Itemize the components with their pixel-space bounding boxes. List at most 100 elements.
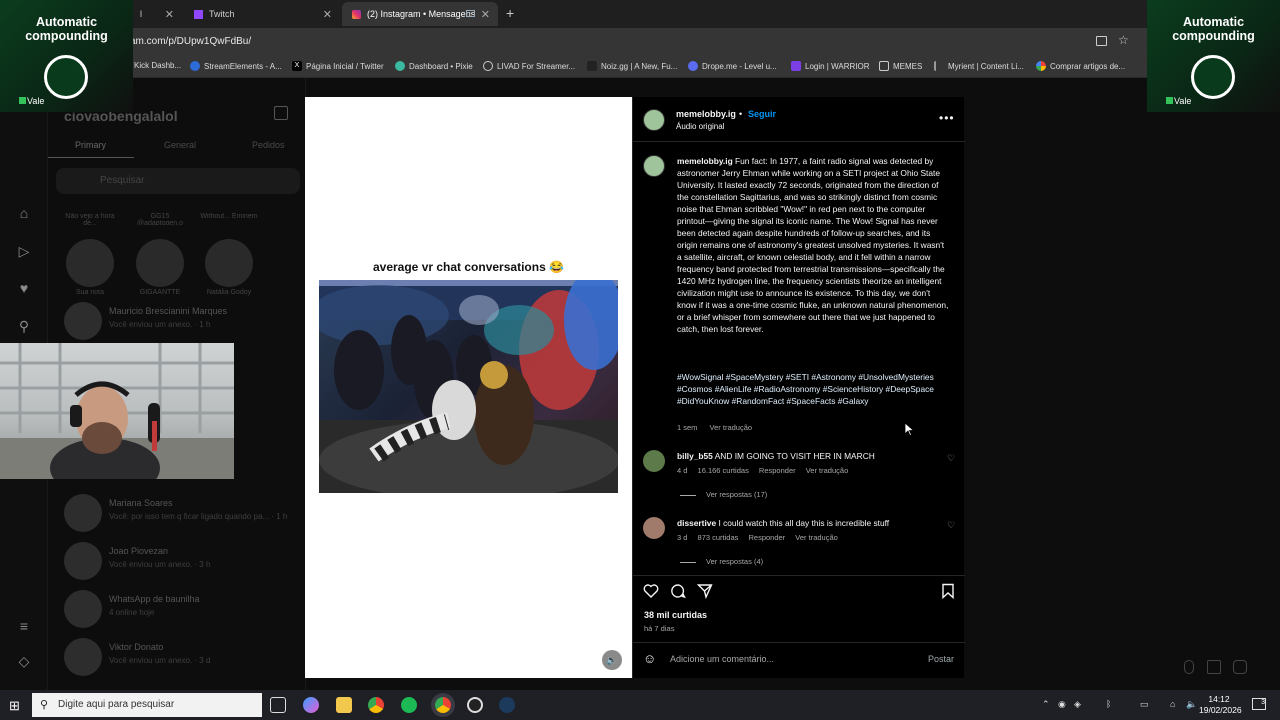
promo-title: Automatic compounding xyxy=(25,15,108,43)
bookmark-noiz[interactable]: Noiz.gg | A New, Fu... xyxy=(587,61,677,71)
author-avatar[interactable] xyxy=(643,109,665,131)
avatar[interactable] xyxy=(643,450,665,472)
notifications-icon[interactable]: ♥ xyxy=(16,280,32,296)
livad-icon xyxy=(483,61,493,71)
notification-center-icon[interactable]: 3 xyxy=(1252,698,1266,710)
bookmark-livad[interactable]: LIVAD For Streamer... xyxy=(483,61,575,71)
menu-icon[interactable]: ≡ xyxy=(16,618,32,634)
steam-tray-icon[interactable]: ◉ xyxy=(1058,699,1066,710)
spotify-icon[interactable] xyxy=(401,697,417,713)
close-icon[interactable]: ✕ xyxy=(165,8,174,21)
comment-username[interactable]: dissertive xyxy=(677,518,716,528)
tab-twitch[interactable]: Twitch ✕ xyxy=(184,2,340,26)
tab-general[interactable]: General xyxy=(164,140,196,150)
windows-start-icon[interactable]: ⊞ xyxy=(9,698,20,714)
steam-icon[interactable] xyxy=(499,697,515,713)
note-text: GG15 @adaptogen.o ficial xyxy=(136,213,184,225)
discord-tray-icon[interactable]: ◈ xyxy=(1074,699,1081,710)
bookmark-streamelements[interactable]: StreamElements - A... xyxy=(190,61,282,71)
more-options-icon[interactable]: ••• xyxy=(939,111,955,125)
bookmark-memes[interactable]: MEMES xyxy=(879,61,922,71)
tab-instagram[interactable]: (2) Instagram • Mensagens ✕ xyxy=(342,2,498,26)
emoji-icon[interactable]: ☺ xyxy=(643,651,656,666)
taskbar-search-input[interactable]: ⚲ Digite aqui para pesquisar xyxy=(32,693,262,717)
bookmark-kick[interactable]: Kick Dashb... xyxy=(134,61,181,70)
share-icon[interactable] xyxy=(697,583,713,599)
task-view-icon[interactable] xyxy=(270,697,286,713)
microphone-icon[interactable] xyxy=(1184,660,1194,674)
comment-icon[interactable] xyxy=(670,583,686,599)
comment-username[interactable]: billy_b55 xyxy=(677,451,713,461)
comment-input[interactable]: Adicione um comentário... xyxy=(670,654,774,664)
chrome-active-icon[interactable] xyxy=(435,697,451,713)
conversation-item[interactable]: WhatsApp de baunilha 4 online hoje xyxy=(48,588,306,632)
see-translation-link[interactable]: Ver tradução xyxy=(795,533,838,542)
reply-link[interactable]: Responder xyxy=(759,466,796,475)
image-icon[interactable] xyxy=(1207,660,1221,674)
note-item[interactable]: Without... Eminem Natália Godoy xyxy=(199,213,259,296)
save-icon[interactable] xyxy=(940,583,956,599)
bookmark-google-shopping[interactable]: Comprar artigos de... xyxy=(1036,61,1125,71)
bluetooth-icon[interactable]: ᛒ xyxy=(1106,699,1111,709)
like-icon[interactable] xyxy=(643,583,659,599)
sticker-icon[interactable] xyxy=(1233,660,1247,674)
bookmark-warrior[interactable]: Login | WARRIOR xyxy=(791,61,869,71)
bookmark-star-icon[interactable]: ☆ xyxy=(1118,33,1129,47)
tab-requests[interactable]: Pedidos xyxy=(252,140,285,150)
conversation-item[interactable]: Viktor Donato Você enviou um anexo. · 3 … xyxy=(48,636,306,680)
video-player[interactable] xyxy=(319,280,618,493)
close-icon[interactable]: ✕ xyxy=(323,8,332,21)
home-icon[interactable]: ⌂ xyxy=(16,205,32,221)
copilot-icon[interactable] xyxy=(303,697,319,713)
note-item[interactable]: GG15 @adaptogen.o ficial GIGAANTTE xyxy=(130,213,190,296)
see-translation-link[interactable]: Ver tradução xyxy=(806,466,849,475)
view-replies-link[interactable]: Ver respostas (4) xyxy=(680,557,763,566)
see-translation-link[interactable]: Ver tradução xyxy=(710,423,753,432)
new-message-icon[interactable] xyxy=(274,106,288,120)
post-hashtags[interactable]: #WowSignal #SpaceMystery #SETI #Astronom… xyxy=(677,371,949,407)
tray-overflow-icon[interactable]: ⌃ xyxy=(1042,699,1050,710)
likes-count[interactable]: 38 mil curtidas xyxy=(644,610,707,620)
network-icon[interactable]: ⌂ xyxy=(1170,699,1175,709)
file-explorer-icon[interactable] xyxy=(336,697,352,713)
author-username[interactable]: memelobby.ig xyxy=(676,109,736,119)
reply-link[interactable]: Responder xyxy=(748,533,785,542)
battery-icon[interactable]: ▭ xyxy=(1140,699,1149,710)
search-icon[interactable]: ⚲ xyxy=(16,318,32,334)
bookmark-pixie[interactable]: Dashboard • Pixie xyxy=(395,61,473,71)
follow-button[interactable]: Seguir xyxy=(748,109,776,119)
volume-icon[interactable]: 🔈 xyxy=(1186,699,1197,710)
more-icon[interactable]: ◇ xyxy=(16,653,32,669)
tab-1[interactable]: l ✕ xyxy=(130,2,182,26)
bookmark-drope[interactable]: Drope.me - Level u... xyxy=(688,61,777,71)
bookmark-twitter[interactable]: X Página Inicial / Twitter xyxy=(292,61,384,71)
avatar[interactable] xyxy=(643,517,665,539)
audio-label[interactable]: Áudio original xyxy=(676,122,724,131)
conversation-item[interactable]: Mauricio Brescianini Marques Você enviou… xyxy=(48,300,306,344)
close-icon[interactable]: ✕ xyxy=(481,8,490,21)
coin-gear-icon xyxy=(1191,55,1235,99)
bookmark-myrient[interactable]: Myrient | Content Li... xyxy=(934,61,1024,71)
like-comment-icon[interactable]: ♡ xyxy=(947,453,955,464)
comment-likes[interactable]: 873 curtidas xyxy=(698,533,739,542)
right-backdrop[interactable] xyxy=(964,78,1280,690)
mute-button[interactable]: 🔈 xyxy=(602,650,622,670)
obs-icon[interactable] xyxy=(467,697,483,713)
comment-likes[interactable]: 16.166 curtidas xyxy=(698,466,749,475)
author-avatar[interactable] xyxy=(643,155,665,177)
url-field[interactable]: am.com/p/DUpw1QwFdBu/ xyxy=(130,36,251,47)
view-replies-link[interactable]: Ver respostas (17) xyxy=(680,490,767,499)
reels-icon[interactable]: ▷ xyxy=(16,243,32,259)
dm-search-input[interactable]: Pesquisar xyxy=(56,168,300,194)
install-app-icon[interactable] xyxy=(1096,36,1107,46)
post-comment-button[interactable]: Postar xyxy=(928,654,954,664)
tab-primary[interactable]: Primary xyxy=(75,140,106,150)
caption-username[interactable]: memelobby.ig xyxy=(677,156,733,166)
new-tab-button[interactable]: + xyxy=(506,5,514,21)
conversation-item[interactable]: Joao Piovezan Você enviou um anexo. · 3 … xyxy=(48,540,306,584)
like-comment-icon[interactable]: ♡ xyxy=(947,520,955,531)
taskbar-clock[interactable]: 14:12 19/02/2026 xyxy=(1199,694,1242,716)
chrome-icon[interactable] xyxy=(368,697,384,713)
note-item[interactable]: Não vejo a hora de... Sua nota xyxy=(60,213,120,296)
conversation-item[interactable]: Mariana Soares Você: por isso tem q fica… xyxy=(48,492,306,536)
